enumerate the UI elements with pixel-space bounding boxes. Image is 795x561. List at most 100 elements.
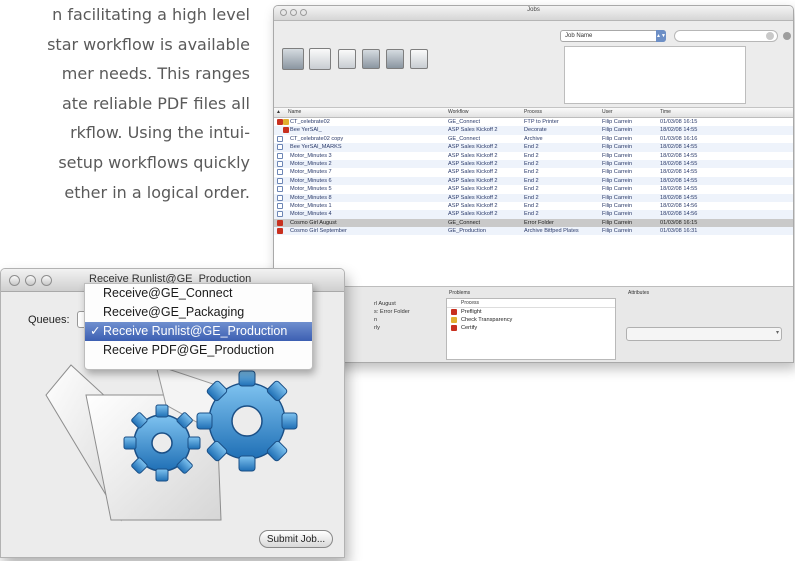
job-status-icon (277, 144, 283, 151)
job-detail-panel: Problems Attributes rl August s: Error F… (274, 286, 793, 362)
problem-item[interactable]: Certify (447, 324, 615, 332)
job-workflow-cell: GE_Connect (448, 119, 481, 125)
job-time-cell: 01/03/08 16:15 (660, 119, 698, 125)
jobs-titlebar: Jobs (274, 6, 793, 21)
job-user-cell: Filip Carrein (602, 160, 633, 167)
jobs-table: ▲ Name Workflow Process User Time CT_cel… (274, 107, 793, 286)
job-list-icon[interactable] (309, 48, 331, 70)
table-row[interactable]: Bee YerSAI_ ASP Sales Kickoff 2 Decorate Fi… (274, 126, 793, 135)
checkmark-icon: ✓ (90, 324, 101, 338)
job-workflow-cell: GE_Connect (448, 135, 481, 142)
job-time-cell: 01/03/08 16:16 (660, 135, 698, 142)
table-row[interactable]: Motor_Minutes 7 ASP Sales Kickoff 2 End 2 F… (274, 168, 793, 176)
job-time-cell: 18/02/08 14:55 (660, 144, 698, 151)
menu-item-receive-pdf-ge-production[interactable]: Receive PDF@GE_Production (85, 341, 312, 360)
table-header: ▲ Name Workflow Process User Time (274, 108, 793, 118)
brochure-line: ate reliable PDF files all (61, 93, 250, 113)
table-row[interactable]: Bee YerSAI_MARKS ASP Sales Kickoff 2 End 2… (274, 143, 793, 152)
open-job-icon[interactable] (282, 48, 304, 70)
add-filter-icon[interactable] (783, 32, 791, 40)
job-process-cell: Archive Bitfped Plates (524, 228, 579, 235)
table-row[interactable]: Cosmo Girl August GE_Connect Error Folder F… (274, 218, 793, 228)
job-status-icon (277, 186, 283, 193)
job-name-cell: Motor_Minutes 7 (290, 169, 332, 176)
column-header-process[interactable]: Process (524, 108, 594, 117)
job-time-cell: 18/02/08 14:55 (660, 169, 698, 176)
job-user-cell: Filip Carrein (602, 211, 633, 218)
job-time-cell: 18/02/08 14:55 (660, 127, 698, 134)
job-time-cell: 18/02/08 14:55 (660, 186, 698, 193)
job-process-cell: End 2 (524, 202, 539, 209)
brochure-line: mer needs. This ranges (61, 64, 250, 84)
job-name-cell: Motor_Minutes 8 (290, 194, 332, 201)
job-time-cell: 18/02/08 14:56 (660, 211, 698, 218)
job-user-cell: Filip Carrein (602, 135, 633, 142)
menu-item-receive-ge-connect[interactable]: Receive@GE_Connect (85, 284, 312, 303)
brochure-line: rkflow. Using the intui- (70, 123, 250, 143)
job-time-cell: 18/02/08 14:55 (660, 177, 698, 184)
submit-job-button[interactable]: Submit Job... (259, 530, 333, 548)
queues-label: Queues: (28, 314, 70, 326)
job-workflow-cell: ASP Sales Kickoff 2 (448, 169, 498, 176)
job-time-cell: 18/02/08 14:55 (660, 194, 698, 201)
table-row[interactable]: CT_celebrate02 copy GE_Connect Archive Fili… (274, 135, 793, 143)
error-icon (277, 228, 283, 235)
job-name-cell: Bee YerSAI_ (290, 127, 322, 134)
brochure-line: setup workflows quickly (58, 152, 250, 172)
release-job-icon[interactable] (386, 49, 404, 69)
job-workflow-cell: ASP Sales Kickoff 2 (448, 127, 498, 134)
job-name-cell: Bee YerSAI_MARKS (290, 144, 342, 151)
problems-header: Problems (449, 290, 471, 296)
table-row[interactable]: Motor_Minutes 3 ASP Sales Kickoff 2 End 2 F… (274, 152, 793, 160)
error-icon (451, 325, 457, 331)
job-name-cell: Cosmo Girl August (290, 219, 337, 226)
job-user-cell: Filip Carrein (602, 219, 633, 226)
job-process-cell: End 2 (524, 194, 539, 201)
window-title: Jobs (527, 7, 540, 13)
filter-list[interactable] (564, 46, 746, 104)
menu-item-receive-ge-packaging[interactable]: Receive@GE_Packaging (85, 303, 312, 322)
job-process-cell: Error Folder (524, 219, 554, 226)
select-arrows-icon: ▾ (775, 330, 779, 336)
column-header-name[interactable]: Name (288, 108, 446, 117)
job-user-cell: Filip Carrein (602, 194, 633, 201)
job-name-cell: Motor_Minutes 2 (290, 160, 332, 167)
table-row[interactable]: Motor_Minutes 6 ASP Sales Kickoff 2 End 2 F… (274, 176, 793, 186)
problems-list[interactable]: Process Preflight Check Transparency Cer… (446, 298, 616, 360)
attributes-select[interactable]: ▾ (626, 327, 782, 341)
job-name-cell: Cosmo Girl September (290, 228, 347, 235)
column-header-time[interactable]: Time (660, 108, 740, 117)
job-user-cell: Filip Carrein (602, 169, 633, 176)
problem-item[interactable]: Preflight (447, 308, 615, 316)
table-row[interactable]: Cosmo Girl September GE_Production Archive… (274, 227, 793, 236)
table-row[interactable]: Motor_Minutes 8 ASP Sales Kickoff 2 End 2 F… (274, 193, 793, 202)
table-row[interactable]: Motor_Minutes 2 ASP Sales Kickoff 2 End 2 F… (274, 159, 793, 169)
job-name-cell: Motor_Minutes 4 (290, 211, 332, 218)
table-row[interactable]: CT_celebrate02 GE_Connect FTP to Printer Fi… (274, 118, 793, 126)
table-row[interactable]: Motor_Minutes 1 ASP Sales Kickoff 2 End 2 F… (274, 202, 793, 210)
problem-item[interactable]: Check Transparency (447, 316, 615, 324)
clear-search-icon[interactable] (766, 32, 774, 40)
status-column-header[interactable]: ▲ (276, 108, 285, 117)
trash-icon[interactable] (410, 49, 428, 69)
error-icon (451, 309, 457, 315)
jobs-toolbar: Job Name ▲▼ (274, 21, 793, 106)
search-field-select[interactable]: Job Name ▲▼ (560, 30, 666, 42)
select-arrows-icon: ▲▼ (656, 30, 666, 42)
menu-item-receive-runlist-ge-production[interactable]: ✓ Receive Runlist@GE_Production (85, 322, 312, 341)
zoom-window-button[interactable] (41, 275, 52, 286)
hold-job-icon[interactable] (362, 49, 380, 69)
job-status-icon (277, 202, 283, 209)
inspect-icon[interactable] (338, 49, 356, 69)
job-name-cell: Motor_Minutes 1 (290, 202, 332, 209)
job-workflow-cell: ASP Sales Kickoff 2 (448, 160, 498, 167)
search-input[interactable] (674, 30, 791, 42)
menu-item-label: Receive Runlist@GE_Production (103, 324, 288, 338)
close-window-button[interactable] (9, 275, 20, 286)
column-header-workflow[interactable]: Workflow (448, 108, 520, 117)
table-row[interactable]: Motor_Minutes 5 ASP Sales Kickoff 2 End 2 F… (274, 185, 793, 193)
table-row[interactable]: Motor_Minutes 4 ASP Sales Kickoff 2 End 2 F… (274, 210, 793, 219)
column-header-user[interactable]: User (602, 108, 650, 117)
minimize-window-button[interactable] (25, 275, 36, 286)
brochure-line: n facilitating a high level (52, 5, 250, 24)
